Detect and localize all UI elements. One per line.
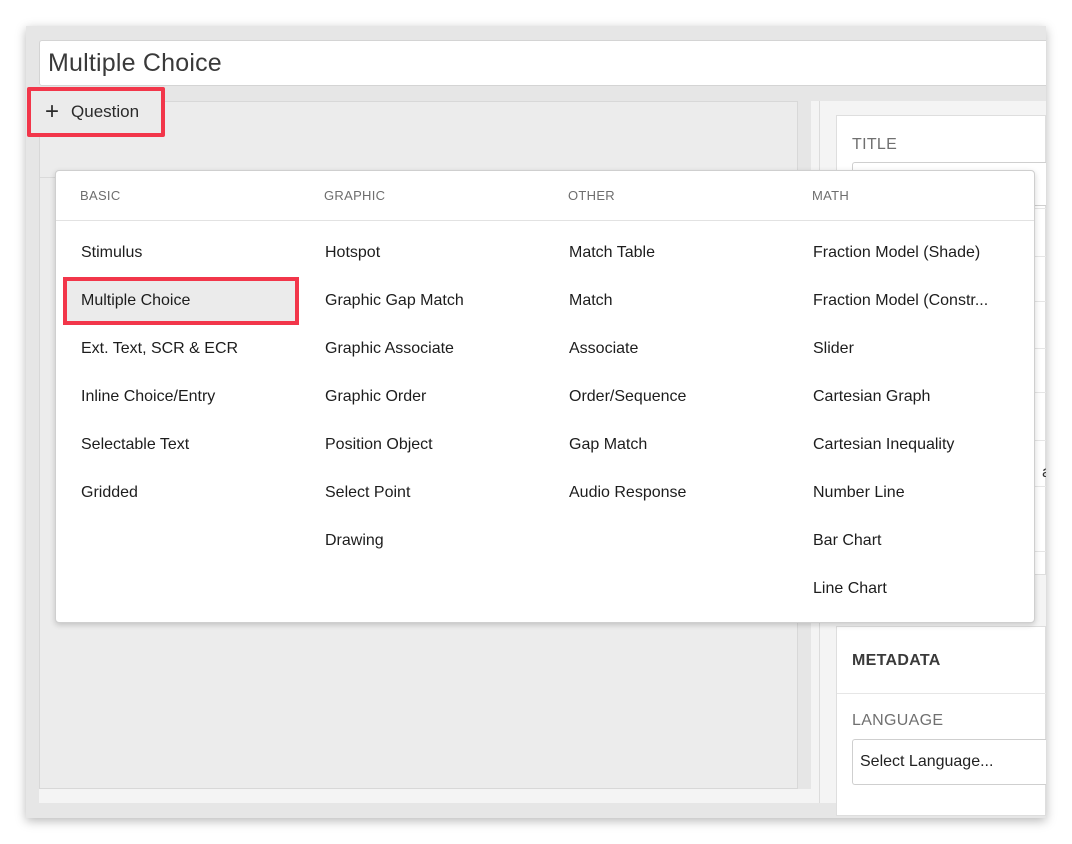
menu-header: BASIC GRAPHIC OTHER MATH	[56, 171, 1034, 221]
column-title-graphic: GRAPHIC	[324, 188, 386, 203]
title-label: TITLE	[852, 136, 898, 153]
menu-item-ext-text[interactable]: Ext. Text, SCR & ECR	[63, 329, 293, 369]
menu-item-audio-response[interactable]: Audio Response	[551, 473, 781, 513]
menu-item-inline-choice[interactable]: Inline Choice/Entry	[63, 377, 293, 417]
menu-item-cartesian-graph[interactable]: Cartesian Graph	[795, 377, 1015, 417]
menu-item-cartesian-inequality[interactable]: Cartesian Inequality	[795, 425, 1015, 465]
add-question-button[interactable]: + Question	[27, 87, 165, 137]
menu-item-bar-chart[interactable]: Bar Chart	[795, 521, 1015, 561]
menu-item-fraction-model-construct[interactable]: Fraction Model (Constr...	[795, 281, 1015, 321]
metadata-card: METADATA LANGUAGE Select Language...	[836, 626, 1046, 816]
plus-icon: +	[45, 98, 60, 125]
menu-item-drawing[interactable]: Drawing	[307, 521, 537, 561]
metadata-divider	[837, 693, 1046, 694]
menu-item-match[interactable]: Match	[551, 281, 781, 321]
column-title-other: OTHER	[568, 188, 615, 203]
document-title-field[interactable]: Multiple Choice	[39, 40, 1046, 86]
menu-item-graphic-order[interactable]: Graphic Order	[307, 377, 537, 417]
menu-item-number-line[interactable]: Number Line	[795, 473, 1015, 513]
metadata-title: METADATA	[852, 652, 941, 669]
partial-field-text: al	[1042, 464, 1046, 482]
menu-item-gridded[interactable]: Gridded	[63, 473, 293, 513]
menu-item-hotspot[interactable]: Hotspot	[307, 233, 537, 273]
language-label: LANGUAGE	[852, 712, 944, 729]
menu-item-graphic-associate[interactable]: Graphic Associate	[307, 329, 537, 369]
menu-item-associate[interactable]: Associate	[551, 329, 781, 369]
menu-item-selectable-text[interactable]: Selectable Text	[63, 425, 293, 465]
menu-item-stimulus[interactable]: Stimulus	[63, 233, 293, 273]
column-title-basic: BASIC	[80, 188, 121, 203]
add-question-label: Question	[71, 102, 140, 121]
menu-item-slider[interactable]: Slider	[795, 329, 1015, 369]
menu-item-order-sequence[interactable]: Order/Sequence	[551, 377, 781, 417]
menu-item-position-object[interactable]: Position Object	[307, 425, 537, 465]
question-type-menu: BASIC GRAPHIC OTHER MATH Stimulus Multip…	[55, 170, 1035, 623]
menu-item-multiple-choice[interactable]: Multiple Choice	[63, 277, 299, 325]
column-title-math: MATH	[812, 188, 850, 203]
menu-item-match-table[interactable]: Match Table	[551, 233, 781, 273]
menu-item-gap-match[interactable]: Gap Match	[551, 425, 781, 465]
menu-item-fraction-model-shade[interactable]: Fraction Model (Shade)	[795, 233, 1015, 273]
menu-item-graphic-gap-match[interactable]: Graphic Gap Match	[307, 281, 537, 321]
menu-item-line-chart[interactable]: Line Chart	[795, 569, 1015, 609]
language-select[interactable]: Select Language...	[852, 739, 1046, 785]
menu-item-select-point[interactable]: Select Point	[307, 473, 537, 513]
editor-footer-strip	[39, 789, 811, 803]
